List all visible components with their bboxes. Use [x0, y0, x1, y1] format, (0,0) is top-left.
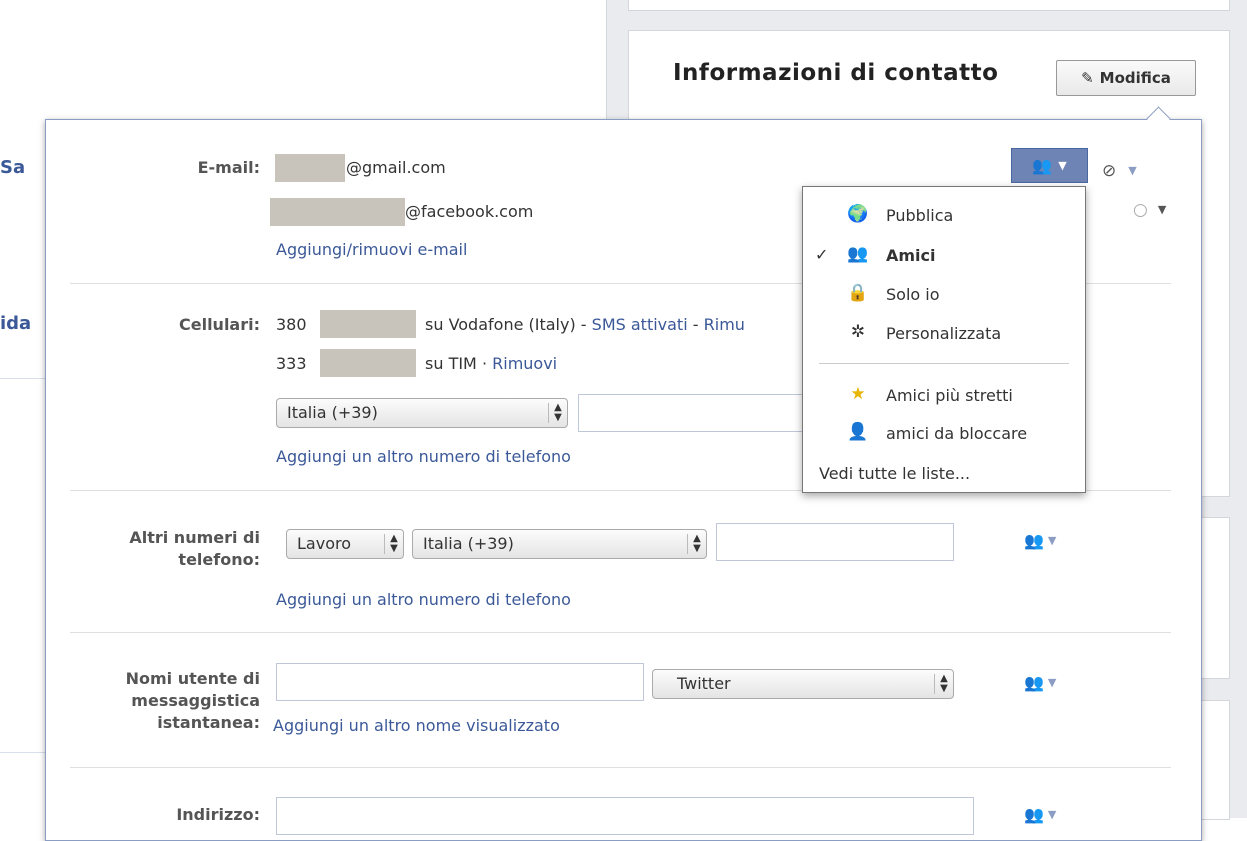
background-card [628, 0, 1230, 11]
section-divider [70, 767, 1171, 768]
phone-type-select[interactable]: Lavoro ▲ ▼ [286, 529, 404, 559]
add-phone-link[interactable]: Aggiungi un altro numero di telefono [276, 446, 571, 468]
select-arrows-icon: ▲ ▼ [687, 534, 706, 554]
mobile-prefix: 380 [276, 315, 307, 334]
select-arrows-icon: ▲ ▼ [934, 674, 953, 694]
friends-icon: 👥 [1024, 531, 1044, 550]
background-text-fragment: Sa [0, 157, 26, 178]
list-option-label: amici da bloccare [886, 424, 1028, 443]
friends-icon: 👥 [1024, 673, 1044, 692]
address-input[interactable] [276, 797, 974, 835]
redacted-phone [320, 310, 416, 338]
mobile-prefix: 333 [276, 354, 307, 373]
menu-divider [819, 363, 1069, 364]
other-phones-privacy-selector[interactable]: 👥 ▼ [1024, 531, 1056, 551]
friends-icon: 👥 [847, 244, 869, 264]
background-divider [0, 752, 45, 753]
im-privacy-selector[interactable]: 👥 ▼ [1024, 673, 1056, 693]
globe-icon: 🌍 [847, 204, 869, 224]
mobile-country-value: Italia (+39) [287, 403, 378, 422]
im-label-line: Nomi utente di [125, 669, 260, 688]
privacy-dropdown-menu: 🌍 Pubblica ✓ 👥 Amici 🔒 Solo io ✲ Persona… [802, 186, 1086, 493]
address-label: Indirizzo: [176, 805, 260, 824]
hidden-privacy-selector[interactable]: ⊘ ▼ [1102, 161, 1137, 181]
chevron-down-icon: ▼ [1047, 808, 1057, 821]
chevron-down-icon: ▼ [1047, 676, 1057, 689]
mobile-number-input[interactable] [578, 394, 818, 432]
background-left-column [0, 0, 45, 818]
circle-icon: ○ [1133, 200, 1148, 220]
no-entry-icon: ⊘ [1102, 161, 1117, 181]
remove-phone-link[interactable]: Rimu [704, 315, 745, 334]
privacy-option-label: Amici [886, 246, 936, 265]
redacted-email [275, 154, 345, 182]
select-arrows-icon: ▲ ▼ [384, 534, 403, 554]
other-phones-label-line: telefono: [178, 550, 260, 569]
see-all-lists-label: Vedi tutte le liste... [819, 464, 971, 483]
mobile-carrier: su TIM · [425, 354, 488, 373]
redacted-email [270, 198, 405, 226]
section-divider [70, 632, 1171, 633]
email-label: E-mail: [197, 158, 260, 177]
add-im-link[interactable]: Aggiungi un altro nome visualizzato [273, 715, 560, 737]
im-label-line: messaggistica [131, 691, 260, 710]
im-service-value: Twitter [677, 674, 731, 693]
contact-info-title: Informazioni di contatto [673, 60, 999, 86]
list-option-label: Amici più stretti [886, 386, 1013, 405]
pencil-icon: ✎ [1081, 69, 1094, 87]
phone-country-select[interactable]: Italia (+39) ▲ ▼ [412, 529, 707, 559]
friends-icon: 👥 [1024, 805, 1044, 824]
other-phones-label-line: Altri numeri di [129, 528, 260, 547]
privacy-selector[interactable]: ○ ▼ [1133, 200, 1166, 220]
lock-icon: 🔒 [847, 283, 869, 303]
chevron-down-icon: ▼ [1128, 164, 1137, 177]
im-label: Nomi utente di messaggistica istantanea: [80, 668, 260, 734]
mobile-country-select[interactable]: Italia (+39) ▲ ▼ [276, 398, 568, 428]
friends-icon: 👥 [1032, 156, 1053, 175]
other-phones-label: Altri numeri di telefono: [80, 527, 260, 571]
gear-icon: ✲ [850, 322, 866, 342]
star-list-icon: ★ [850, 384, 866, 404]
im-username-input[interactable] [276, 663, 644, 701]
privacy-option-label: Pubblica [886, 206, 954, 225]
person-list-icon: 👤 [847, 422, 869, 442]
privacy-option-label: Solo io [886, 285, 940, 304]
add-remove-email-link[interactable]: Aggiungi/rimuovi e-mail [276, 239, 467, 261]
list-option-blocked[interactable]: 👤 amici da bloccare [803, 417, 1085, 451]
list-option-close-friends[interactable]: ★ Amici più stretti [803, 379, 1085, 413]
checkmark-icon: ✓ [815, 245, 829, 264]
address-privacy-selector[interactable]: 👥 ▼ [1024, 805, 1056, 825]
im-service-select[interactable]: Twitter ▲ ▼ [652, 669, 954, 699]
privacy-option-public[interactable]: 🌍 Pubblica [803, 199, 1085, 233]
email-privacy-button[interactable]: 👥 ▼ [1011, 148, 1088, 183]
see-all-lists-option[interactable]: Vedi tutte le liste... [803, 457, 1085, 491]
select-arrows-icon: ▲ ▼ [548, 403, 567, 423]
privacy-option-only-me[interactable]: 🔒 Solo io [803, 278, 1085, 312]
mobile-label: Cellulari: [178, 315, 260, 334]
phone-country-value: Italia (+39) [423, 534, 514, 553]
mobile-row: su Vodafone (Italy) - SMS attivati - Rim… [425, 314, 745, 336]
edit-button[interactable]: ✎ Modifica [1056, 60, 1196, 96]
privacy-option-friends[interactable]: ✓ 👥 Amici [803, 239, 1085, 273]
phone-type-value: Lavoro [297, 534, 351, 553]
privacy-option-label: Personalizzata [886, 324, 1002, 343]
privacy-option-custom[interactable]: ✲ Personalizzata [803, 317, 1085, 351]
redacted-phone [320, 349, 416, 377]
remove-phone-link[interactable]: Rimuovi [492, 354, 557, 373]
separator: - [692, 315, 699, 334]
background-divider [0, 378, 45, 379]
background-text-fragment: ida [0, 313, 32, 334]
email-address: @gmail.com [346, 158, 446, 177]
im-label-line: istantanea: [157, 713, 260, 732]
other-phone-input[interactable] [716, 523, 954, 561]
mobile-row: su TIM · Rimuovi [425, 353, 557, 375]
chevron-down-icon: ▼ [1157, 203, 1167, 216]
email-address: @facebook.com [405, 202, 534, 221]
add-other-phone-link[interactable]: Aggiungi un altro numero di telefono [276, 589, 571, 611]
edit-button-label: Modifica [1099, 69, 1171, 87]
mobile-carrier: su Vodafone (Italy) - [425, 315, 587, 334]
chevron-down-icon: ▼ [1058, 159, 1067, 172]
chevron-down-icon: ▼ [1047, 534, 1057, 547]
sms-activated-link[interactable]: SMS attivati [592, 315, 688, 334]
